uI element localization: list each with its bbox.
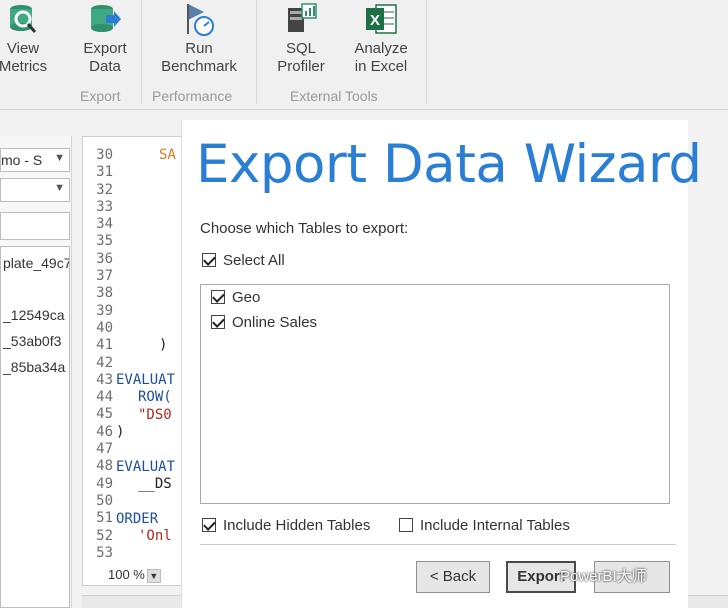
code-line-41: ) [159, 337, 168, 353]
metadata-panel: mo - S ▼ ▼ plate_49c7 _12549ca _53ab0f3 … [0, 136, 72, 608]
zoom-level: 100 % [108, 567, 145, 582]
query-editor[interactable]: 30 31 32 33 34 35 36 37 38 39 40 41 42 43 44 45 46 47 48 49… [82, 136, 182, 586]
code-line-44: ROW( [138, 389, 172, 405]
watermark: PowerBI大师 [560, 565, 647, 586]
tree-item[interactable]: _85ba34a [3, 359, 69, 375]
export-data-wizard-dialog: Export Data Wizard Choose which Tables t… [182, 120, 702, 608]
group-divider [426, 0, 427, 104]
sql-profiler-label-1: SQL [285, 40, 316, 57]
export-data-button[interactable]: Export Data [70, 0, 140, 80]
export-data-label-1: Export [83, 40, 127, 57]
include-hidden-label: Include Hidden Tables [223, 517, 371, 534]
include-internal-label: Include Internal Tables [420, 517, 570, 534]
tree-item[interactable]: _53ab0f3 [3, 333, 69, 349]
analyze-excel-label-1: Analyze [354, 40, 408, 57]
checkbox-unchecked-icon [399, 518, 413, 532]
tree-item[interactable]: plate_49c7 [3, 255, 69, 271]
code-line-49: __DS [138, 476, 172, 492]
chevron-down-icon[interactable]: ▼ [146, 568, 161, 583]
code-line-30: SA [159, 147, 176, 163]
search-input[interactable] [0, 212, 70, 240]
group-label-export: Export [80, 88, 121, 104]
chevron-down-icon: ▼ [54, 182, 65, 194]
sql-profiler-label-2: Profiler [277, 58, 325, 75]
watermark-text: PowerBI大师 [560, 568, 647, 585]
analyze-excel-label-2: in Excel [354, 58, 408, 75]
table-item-geo[interactable]: Geo [211, 289, 260, 306]
chevron-down-icon: ▼ [54, 152, 65, 164]
run-benchmark-label-2: Benchmark [161, 58, 237, 75]
view-metrics-label-1: View [6, 40, 40, 57]
line-numbers: 30 31 32 33 34 35 36 37 38 39 40 41 42 43 44 45 46 47 48 49… [96, 147, 113, 561]
code-line-45: "DS0 [138, 407, 172, 423]
checkbox-checked-icon [202, 253, 216, 267]
table-item-label: Online Sales [232, 314, 318, 331]
sql-profiler-icon [288, 3, 317, 32]
group-divider [256, 0, 257, 104]
analyze-in-excel-button[interactable]: X Analyze in Excel [346, 0, 416, 80]
table-item-online-sales[interactable]: Online Sales [211, 314, 317, 331]
group-label-external-tools: External Tools [290, 88, 378, 104]
back-button[interactable]: < Back [416, 561, 490, 593]
checkbox-checked-icon [202, 518, 216, 532]
checkbox-checked-icon [211, 290, 225, 304]
model-selector[interactable]: mo - S ▼ [0, 148, 70, 172]
select-all-checkbox[interactable]: Select All [202, 252, 285, 269]
dialog-title: Export Data Wizard [196, 134, 702, 195]
code-line-48: EVALUAT [116, 459, 176, 475]
code-line-51: ORDER [116, 511, 159, 527]
model-selector-value: mo - S [1, 152, 43, 168]
view-metrics-button[interactable]: View Metrics [0, 0, 58, 80]
include-hidden-tables-checkbox[interactable]: Include Hidden Tables [202, 517, 370, 534]
group-divider [141, 0, 142, 104]
tables-list[interactable]: Geo Online Sales [200, 284, 670, 504]
table-item-label: Geo [232, 289, 261, 306]
database-export-icon [91, 5, 121, 32]
database-magnifier-icon [10, 5, 37, 33]
code-line-43: EVALUAT [116, 372, 176, 388]
group-label-performance: Performance [152, 88, 233, 104]
view-metrics-label-2: Metrics [0, 58, 48, 75]
sql-profiler-button[interactable]: SQL Profiler [266, 0, 336, 80]
checkbox-checked-icon [211, 315, 225, 329]
code-line-52: 'Onl [138, 528, 172, 544]
metadata-tree[interactable]: plate_49c7 _12549ca _53ab0f3 _85ba34a [0, 246, 70, 608]
table-selector[interactable]: ▼ [0, 178, 70, 202]
include-internal-tables-checkbox[interactable]: Include Internal Tables [399, 517, 570, 534]
tree-item[interactable]: _12549ca [3, 307, 69, 323]
zoom-control[interactable]: 100 % ▼ [108, 567, 161, 583]
dialog-divider [200, 544, 676, 545]
svg-text:X: X [370, 12, 380, 29]
select-all-label: Select All [223, 252, 285, 269]
excel-icon: X [366, 4, 397, 34]
export-data-label-2: Data [89, 58, 121, 75]
run-benchmark-button[interactable]: Run Benchmark [155, 0, 243, 80]
benchmark-gauge-icon [187, 4, 214, 36]
code-line-46: ) [116, 424, 125, 440]
ribbon-toolbar: View Metrics Export Data Run Benchmark S… [0, 0, 728, 110]
instruction-text: Choose which Tables to export: [200, 220, 409, 237]
run-benchmark-label-1: Run [185, 40, 213, 57]
